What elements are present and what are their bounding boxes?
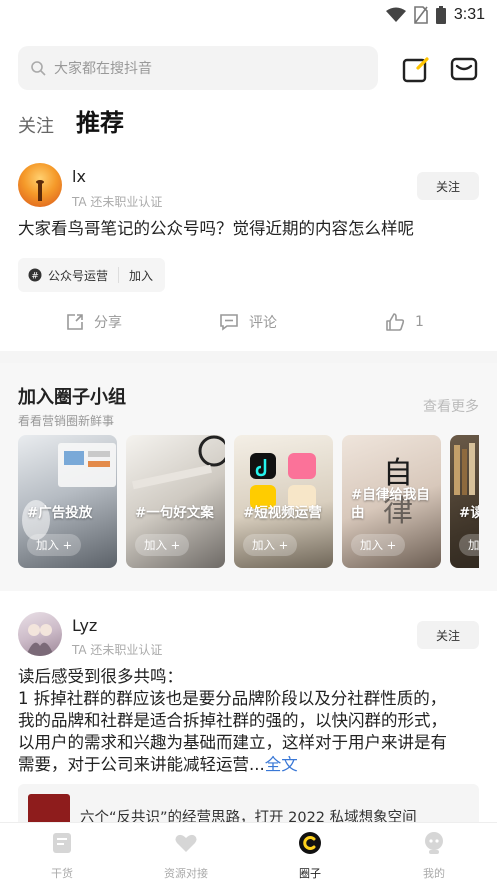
section-divider bbox=[0, 351, 497, 363]
share-button[interactable]: 分享 bbox=[66, 307, 122, 337]
bottom-nav: 干货 资源对接 圈子 我的 bbox=[0, 822, 497, 885]
group-card-join-button[interactable]: 加 bbox=[459, 534, 479, 556]
nav-item-circle[interactable]: 圈子 bbox=[265, 831, 355, 881]
group-card-name: #读 bbox=[459, 505, 479, 521]
post-actions: 分享 评论 1 bbox=[0, 307, 497, 337]
post-text-line: 需要，对于公司来讲能减轻运营...全文 bbox=[18, 755, 298, 774]
post-text[interactable]: 大家看鸟哥笔记的公众号吗？觉得近期的内容怎么样呢 bbox=[18, 218, 480, 240]
feed-tabs: 关注 推荐 bbox=[18, 104, 124, 138]
status-time: 3:31 bbox=[453, 6, 485, 23]
post-text[interactable]: 读后感受到很多共鸣： 1 拆掉社群的群应该也是要分品牌阶段以及分社群性质的， 我… bbox=[18, 666, 480, 776]
search-icon bbox=[31, 61, 46, 76]
thumbs-up-icon bbox=[386, 313, 405, 331]
like-count: 1 bbox=[415, 314, 424, 330]
group-card-join-button[interactable]: 加入 + bbox=[135, 534, 190, 556]
group-card[interactable]: 自律 #自律给我自由 加入 + bbox=[342, 435, 441, 568]
nav-label: 资源对接 bbox=[164, 867, 208, 880]
follow-button[interactable]: 关注 bbox=[417, 172, 479, 200]
battery-icon bbox=[435, 6, 446, 24]
nav-item-resources[interactable]: 资源对接 bbox=[141, 831, 231, 881]
group-card-join-button[interactable]: 加入 + bbox=[243, 534, 298, 556]
group-card-join-button[interactable]: 加入 + bbox=[27, 534, 82, 556]
nav-label: 我的 bbox=[423, 867, 445, 880]
post-text-line: 读后感受到很多共鸣： bbox=[18, 667, 183, 686]
group-card[interactable]: #广告投放 加入 + bbox=[18, 435, 117, 568]
edit-square-icon[interactable] bbox=[402, 55, 430, 83]
post-username[interactable]: Lyz bbox=[72, 616, 97, 635]
group-tag[interactable]: # 公众号运营 加入 bbox=[18, 258, 166, 292]
group-card[interactable]: #一句好文案 加入 + bbox=[126, 435, 225, 568]
group-card-join-button[interactable]: 加入 + bbox=[351, 534, 406, 556]
nav-label: 干货 bbox=[51, 867, 73, 880]
comment-label: 评论 bbox=[249, 315, 277, 331]
post-text-line: 我的品牌和社群是适合拆掉社群的强的，以快闪群的形式， bbox=[18, 711, 447, 730]
group-card-name: #一句好文案 bbox=[135, 505, 214, 521]
nav-label: 圈子 bbox=[299, 867, 321, 880]
group-hash-icon: # bbox=[28, 268, 42, 282]
sim-icon bbox=[414, 6, 428, 24]
comment-icon bbox=[220, 314, 238, 331]
group-card[interactable]: #读 加 bbox=[450, 435, 479, 568]
group-card-name: #自律给我自由 bbox=[351, 487, 430, 521]
group-tag-name: 公众号运营 bbox=[48, 268, 109, 283]
mail-icon[interactable] bbox=[450, 55, 478, 83]
share-label: 分享 bbox=[94, 315, 122, 331]
post-text-line: 以用户的需求和兴趣为基础而建立，这样对于用户来讲是有 bbox=[18, 733, 447, 752]
post-username[interactable]: lx bbox=[72, 167, 86, 186]
circle-icon bbox=[299, 832, 321, 854]
nav-item-mine[interactable]: 我的 bbox=[389, 831, 479, 881]
full-text-link[interactable]: 全文 bbox=[265, 755, 298, 774]
groups-title: 加入圈子小组 bbox=[18, 387, 126, 408]
group-card-name: #广告投放 bbox=[27, 505, 93, 521]
svg-text:#: # bbox=[31, 272, 39, 282]
tab-follow[interactable]: 关注 bbox=[18, 112, 54, 138]
post-certification: TA 还未职业认证 bbox=[72, 195, 163, 209]
search-bar[interactable]: 大家都在搜抖音 bbox=[18, 46, 378, 90]
nav-item-ganhuo[interactable]: 干货 bbox=[17, 831, 107, 881]
comment-button[interactable]: 评论 bbox=[219, 307, 277, 337]
profile-icon bbox=[425, 832, 443, 854]
search-placeholder: 大家都在搜抖音 bbox=[54, 61, 152, 77]
wifi-icon bbox=[385, 7, 406, 22]
group-join-button[interactable]: 加入 bbox=[129, 267, 153, 284]
post-certification: TA 还未职业认证 bbox=[72, 643, 163, 657]
document-icon bbox=[53, 833, 71, 853]
groups-subtitle: 看看营销圈新鲜事 bbox=[18, 414, 115, 428]
group-card[interactable]: #短视频运营 加入 + bbox=[234, 435, 333, 568]
group-cards: #广告投放 加入 + #一句好文案 加入 + #短视频运营 加入 + 自律 #自… bbox=[18, 435, 479, 568]
like-button[interactable]: 1 bbox=[385, 307, 424, 337]
share-icon bbox=[67, 314, 83, 330]
avatar[interactable] bbox=[18, 612, 62, 656]
status-bar: 3:31 bbox=[0, 0, 497, 30]
group-card-name: #短视频运营 bbox=[243, 505, 322, 521]
tab-recommend[interactable]: 推荐 bbox=[76, 103, 124, 138]
heart-icon bbox=[175, 834, 197, 852]
groups-more-link[interactable]: 查看更多 bbox=[423, 396, 479, 416]
avatar[interactable] bbox=[18, 163, 62, 207]
follow-button[interactable]: 关注 bbox=[417, 621, 479, 649]
post-text-line: 1 拆掉社群的群应该也是要分品牌阶段以及分社群性质的， bbox=[18, 689, 447, 708]
